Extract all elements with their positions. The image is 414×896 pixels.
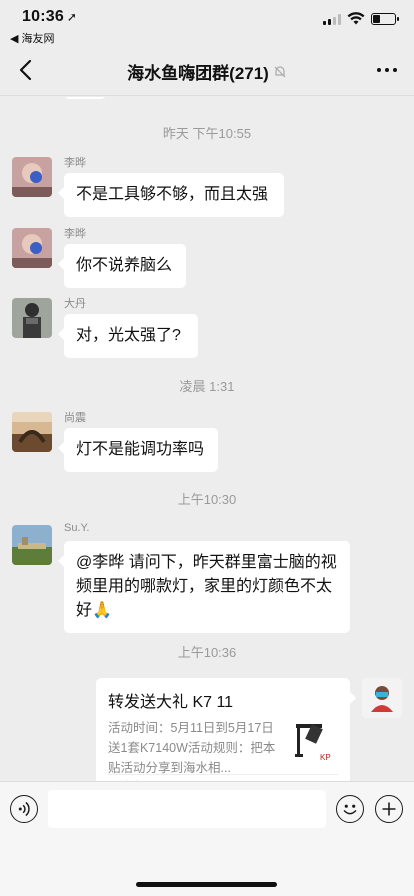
chat-header: 海水鱼嗨团群(271) [0, 44, 414, 96]
message-bubble[interactable]: 对，光太强了? [58, 314, 198, 358]
sender-name: 大丹 [64, 298, 86, 310]
home-indicator[interactable] [136, 882, 277, 887]
avatar[interactable] [12, 298, 52, 338]
status-bar: 10:36 ➚ ◀ 海友网 [0, 0, 414, 45]
message-input[interactable] [48, 790, 326, 828]
timestamp: 昨天 下午10:55 [162, 126, 252, 141]
clock: 10:36 [22, 8, 64, 25]
previous-message-fragment [64, 97, 106, 99]
card-description: 活动时间：5月11日到5月17日送1套K7140W活动规则：把本贴活动分享到海水… [108, 721, 276, 775]
wifi-icon [347, 12, 365, 25]
message-text: @李晔 请问下，昨天群里富士脑的视频里用的哪款灯，家里的灯颜色不太好 [76, 554, 337, 619]
timestamp: 上午10:30 [177, 492, 237, 507]
message-bubble[interactable]: 不是工具够不够，而且太强 [58, 173, 284, 217]
shared-link-card[interactable]: 转发送大礼 K7 11 活动时间：5月11日到5月17日送1套K7140W活动规… [96, 678, 356, 796]
page-title-wrap: 海水鱼嗨团群(271) [0, 59, 414, 84]
message-bubble[interactable]: 灯不是能调功率吗 [58, 428, 218, 472]
battery-icon [371, 12, 399, 25]
timestamp: 上午10:36 [177, 645, 237, 660]
sender-name: 尚震 [64, 412, 86, 424]
cellular-signal-icon [323, 13, 341, 25]
sender-name: 李晔 [64, 157, 86, 169]
sender-name: Su.Y. [64, 522, 90, 534]
timestamp: 凌晨 1:31 [179, 379, 235, 394]
message-bubble[interactable]: 你不说养脑么 [58, 244, 186, 288]
bell-off-icon [274, 65, 286, 77]
thumb-label: KP [320, 753, 331, 762]
avatar[interactable] [12, 412, 52, 452]
status-icons [323, 12, 399, 25]
plus-icon[interactable] [375, 795, 403, 823]
card-thumbnail: KP [290, 716, 338, 764]
avatar[interactable] [12, 157, 52, 197]
avatar[interactable] [12, 228, 52, 268]
message-bubble[interactable]: @李晔 请问下，昨天群里富士脑的视频里用的哪款灯，家里的灯颜色不太好🙏 [58, 541, 350, 633]
input-bar [0, 781, 414, 896]
sender-name: 李晔 [64, 228, 86, 240]
more-dots-icon[interactable] [376, 60, 398, 80]
avatar[interactable] [362, 678, 402, 718]
avatar[interactable] [12, 525, 52, 565]
status-time: 10:36 ➚ [22, 8, 77, 26]
page-title: 海水鱼嗨团群(271) [127, 64, 269, 83]
emoji-icon[interactable] [336, 795, 364, 823]
card-title: 转发送大礼 K7 11 [108, 694, 234, 711]
location-arrow-icon: ➚ [66, 10, 78, 24]
pray-emoji: 🙏 [92, 602, 112, 619]
voice-icon[interactable] [10, 795, 38, 823]
